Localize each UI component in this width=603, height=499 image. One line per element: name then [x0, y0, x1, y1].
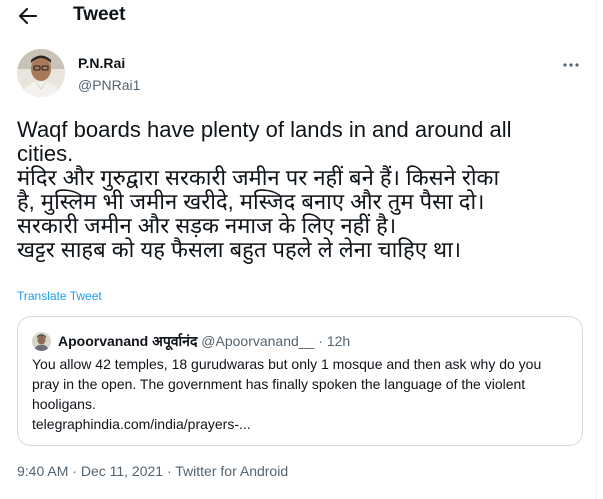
quote-header: Apoorvanand अपूर्वानंद @Apoorvanand__ · …	[58, 332, 350, 351]
tweet-source[interactable]: Twitter for Android	[175, 463, 288, 479]
tweet-line: खट्टर साहब को यह फैसला बहुत पहले ले लेना…	[17, 237, 462, 262]
quote-line: pray in the open. The government has fin…	[32, 376, 526, 392]
top-bar: Tweet	[0, 0, 603, 32]
page-title: Tweet	[73, 4, 126, 25]
more-horizontal-icon	[563, 63, 579, 67]
column-divider	[596, 0, 597, 499]
back-button[interactable]	[14, 3, 42, 29]
author-name[interactable]: P.N.Rai	[78, 55, 125, 71]
author-handle[interactable]: @PNRai1	[78, 77, 140, 93]
translate-tweet-link[interactable]: Translate Tweet	[17, 289, 102, 303]
tweet-metadata: 9:40 AM · Dec 11, 2021 · Twitter for And…	[17, 463, 288, 479]
tweet-time[interactable]: 9:40 AM	[17, 463, 68, 479]
avatar[interactable]	[17, 49, 65, 97]
quote-author-handle: @Apoorvanand__	[201, 333, 315, 349]
tweet-text: Waqf boards have plenty of lands in and …	[17, 118, 577, 262]
arrow-left-icon	[19, 8, 37, 24]
quote-author-name: Apoorvanand अपूर्वानंद	[58, 333, 198, 349]
tweet-line: सरकारी जमीन और सड़क नमाज के लिए नहीं है।	[17, 213, 397, 238]
more-button[interactable]	[558, 54, 584, 76]
quote-separator: ·	[318, 333, 323, 349]
quote-text: You allow 42 temples, 18 gurudwaras but …	[32, 354, 572, 434]
tweet-line: मंदिर और गुरुद्वारा सरकारी जमीन पर नहीं …	[17, 165, 500, 190]
tweet-date[interactable]: Dec 11, 2021	[81, 463, 163, 479]
tweet-line: Waqf boards have plenty of lands in and …	[17, 117, 512, 142]
quote-avatar	[32, 332, 51, 351]
quote-link: telegraphindia.com/india/prayers-...	[32, 416, 251, 432]
quote-timestamp: 12h	[326, 333, 351, 349]
quoted-tweet[interactable]: Apoorvanand अपूर्वानंद @Apoorvanand__ · …	[17, 316, 583, 446]
tweet-line: cities.	[17, 141, 74, 166]
quote-line: You allow 42 temples, 18 gurudwaras but …	[32, 356, 542, 372]
tweet-line: है, मुस्लिम भी जमीन खरीदे, मस्जिद बनाए औ…	[17, 189, 485, 214]
quote-line: hooligans.	[32, 396, 96, 412]
meta-separator: ·	[163, 463, 176, 479]
meta-separator: ·	[68, 463, 81, 479]
